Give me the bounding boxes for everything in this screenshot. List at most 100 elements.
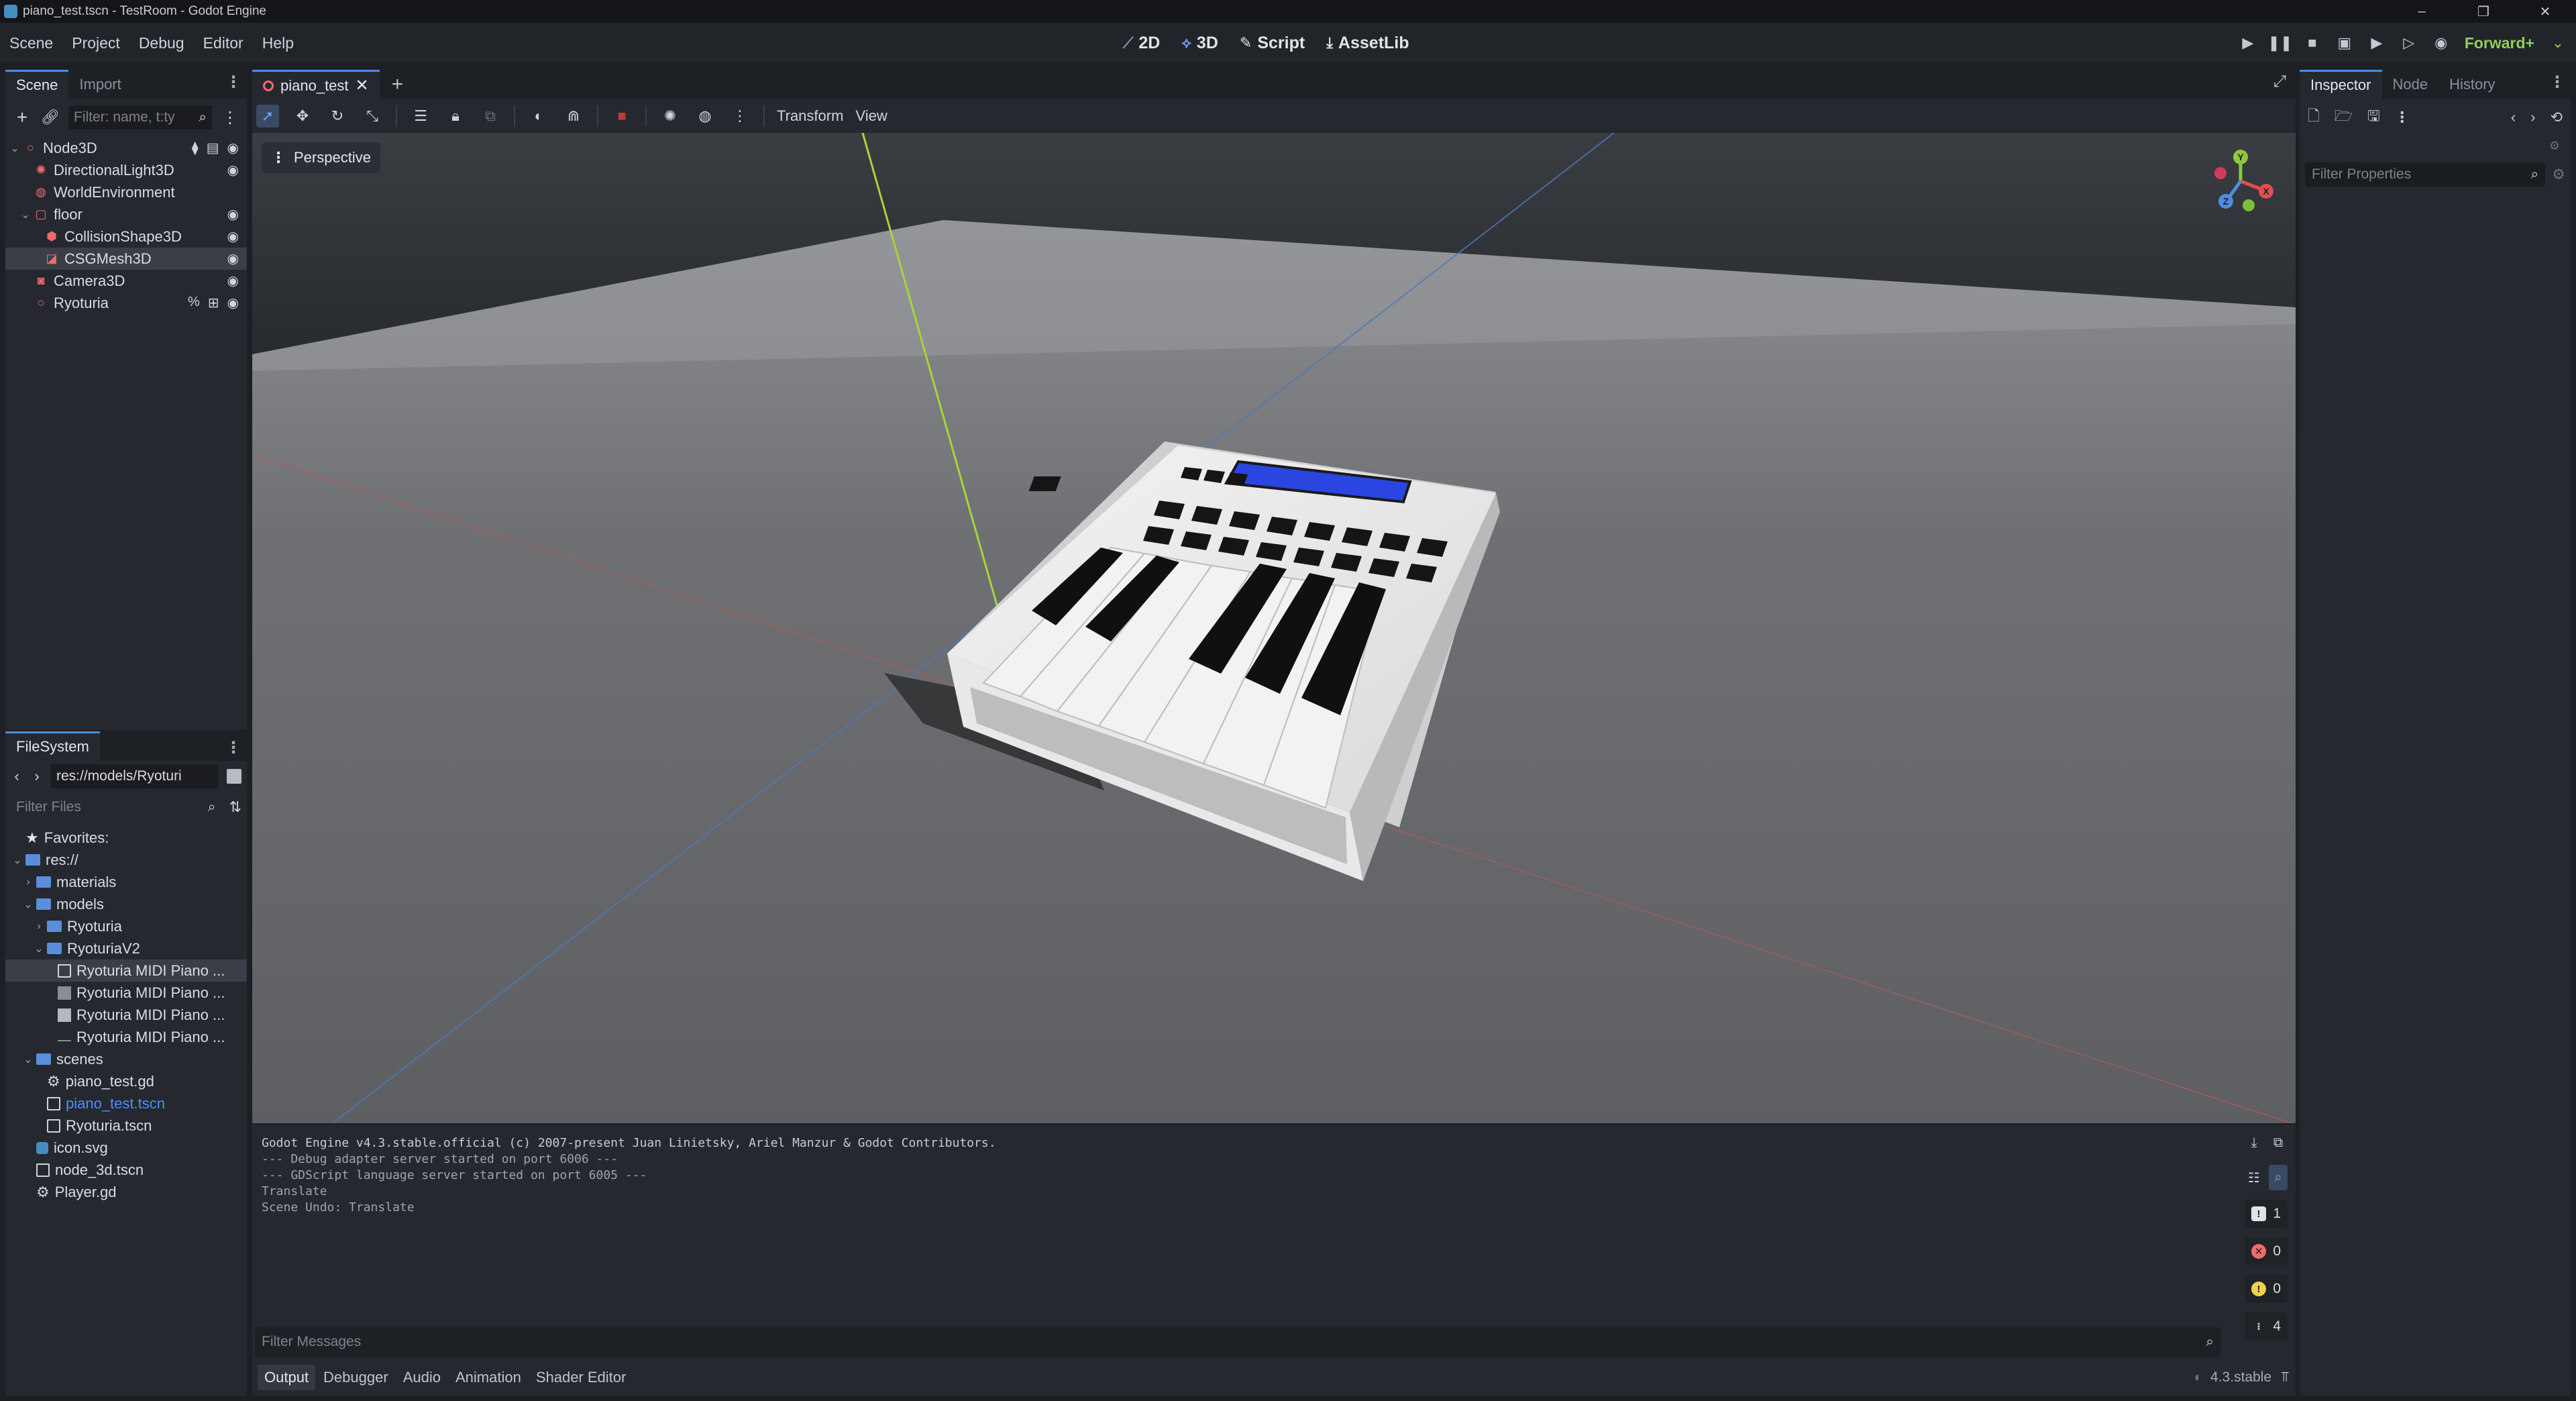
filter-messages-input[interactable]: Filter Messages ⌕ xyxy=(255,1327,2220,1357)
instance-icon[interactable]: ⊞ xyxy=(208,295,219,311)
list-select-icon[interactable]: ☰ xyxy=(409,105,432,127)
view-menu[interactable]: View xyxy=(855,107,887,125)
kebab-menu-icon[interactable]: ⋮ xyxy=(220,108,240,127)
remote-debug-icon[interactable]: ▣ xyxy=(2336,34,2353,52)
visibility-icon[interactable]: ◉ xyxy=(227,295,239,311)
file-item[interactable]: Ryoturia MIDI Piano ... xyxy=(5,1004,247,1026)
tree-item-worldenvironment[interactable]: ◍ WorldEnvironment xyxy=(5,181,247,203)
back-icon[interactable]: ‹ xyxy=(11,768,23,785)
stop-icon[interactable]: ■ xyxy=(2304,34,2321,52)
visibility-icon[interactable]: ◉ xyxy=(227,228,239,245)
tab-audio[interactable]: Audio xyxy=(396,1365,447,1390)
group-icon[interactable]: ⧉ xyxy=(479,105,502,127)
tab-filesystem[interactable]: FileSystem xyxy=(5,731,100,761)
filesystem-filter-input[interactable]: Filter Files ⌕ xyxy=(11,795,221,819)
workspace-script-button[interactable]: ✎ Script xyxy=(1230,27,1314,59)
visibility-icon[interactable]: ◉ xyxy=(227,272,239,289)
tab-node[interactable]: Node xyxy=(2382,70,2439,99)
tree-item-csgmesh3d[interactable]: ◪ CSGMesh3D ◉ xyxy=(5,248,247,270)
tab-piano-test[interactable]: piano_test ✕ xyxy=(252,70,380,99)
editable-icon[interactable]: % xyxy=(188,295,200,311)
menu-editor[interactable]: Editor xyxy=(194,23,253,63)
pin-panel-icon[interactable]: ⫪ xyxy=(2281,1369,2289,1386)
expand-arrow-icon[interactable]: › xyxy=(34,921,44,933)
kebab-menu-icon[interactable]: ⋮ xyxy=(2395,109,2410,126)
sort-icon[interactable]: ⇅ xyxy=(229,798,241,816)
collapse-icon[interactable]: ☷ xyxy=(2245,1165,2263,1190)
folder-item[interactable]: ⌄ res:// xyxy=(5,849,247,871)
folder-item[interactable]: › materials xyxy=(5,871,247,893)
kebab-menu-icon[interactable]: ⋮ xyxy=(729,105,751,127)
open-resource-icon[interactable]: 🗁︎ xyxy=(2334,105,2353,130)
maximize-button[interactable]: ❐ xyxy=(2453,0,2514,23)
environment-preview-icon[interactable]: ◍ xyxy=(694,105,716,127)
expand-arrow-icon[interactable]: › xyxy=(23,876,34,888)
add-node-icon[interactable]: + xyxy=(12,107,32,128)
menu-help[interactable]: Help xyxy=(253,23,303,63)
file-item[interactable]: icon.svg xyxy=(5,1137,247,1159)
move-mode-icon[interactable]: ✥ xyxy=(291,105,314,127)
lock-icon[interactable]: 🔒︎ xyxy=(444,105,467,127)
new-scene-tab-button[interactable]: + xyxy=(380,70,416,99)
visibility-icon[interactable]: ◉ xyxy=(227,206,239,223)
property-settings-icon[interactable]: ⚙ xyxy=(2552,166,2565,183)
transform-menu[interactable]: Transform xyxy=(777,107,843,125)
file-item[interactable]: ⚙ piano_test.gd xyxy=(5,1070,247,1092)
new-resource-icon[interactable]: 🗋︎ xyxy=(2308,105,2320,130)
favorites-item[interactable]: ★ Favorites: xyxy=(5,827,247,849)
search-toggle-icon[interactable]: ⌕ xyxy=(2269,1165,2288,1190)
axis-gizmo[interactable]: Y X Z xyxy=(2195,148,2289,221)
rotate-mode-icon[interactable]: ↻ xyxy=(326,105,349,127)
folder-item[interactable]: ⌄ scenes xyxy=(5,1048,247,1070)
tab-debugger[interactable]: Debugger xyxy=(317,1365,395,1390)
script-icon[interactable]: ▤ xyxy=(207,140,219,156)
split-view-icon[interactable] xyxy=(227,769,241,784)
file-item[interactable]: Ryoturia MIDI Piano ... xyxy=(5,1026,247,1048)
workspace-3d-button[interactable]: ⟡ 3D xyxy=(1172,27,1228,59)
local-space-icon[interactable]: ◐ xyxy=(527,105,550,127)
file-item[interactable]: piano_test.tscn xyxy=(5,1092,247,1114)
tab-scene[interactable]: Scene xyxy=(5,70,69,99)
expand-arrow-icon[interactable]: ⌄ xyxy=(23,1053,34,1066)
file-item[interactable]: ⚙ Player.gd xyxy=(5,1181,247,1203)
play-scene-icon[interactable]: ▶ xyxy=(2368,34,2385,52)
visibility-icon[interactable]: ◉ xyxy=(227,140,239,156)
tree-item-directionallight3d[interactable]: ✺ DirectionalLight3D ◉ xyxy=(5,159,247,181)
version-label[interactable]: 4.3.stable xyxy=(2210,1369,2271,1386)
tab-import[interactable]: Import xyxy=(68,70,131,99)
tree-item-floor[interactable]: ⌄ ▢ floor ◉ xyxy=(5,203,247,225)
expand-arrow-icon[interactable]: ⌄ xyxy=(12,853,23,867)
history-forward-icon[interactable]: › xyxy=(2530,109,2535,126)
visibility-icon[interactable]: ◉ xyxy=(227,250,239,267)
close-button[interactable]: ✕ xyxy=(2514,0,2576,23)
distraction-free-icon[interactable]: ⤢ xyxy=(2273,72,2286,91)
scene-filter-input[interactable]: Filter: name, t:ty ⌕ xyxy=(68,105,212,129)
camera-override-icon[interactable]: ■ xyxy=(610,105,633,127)
forward-icon[interactable]: › xyxy=(31,768,43,785)
file-item[interactable]: Ryoturia.tscn xyxy=(5,1114,247,1137)
save-resource-icon[interactable]: 🖫︎ xyxy=(2367,105,2380,130)
file-item[interactable]: Ryoturia MIDI Piano ... xyxy=(5,982,247,1004)
close-icon[interactable]: ✕ xyxy=(356,72,369,99)
menu-debug[interactable]: Debug xyxy=(129,23,194,63)
expand-arrow-icon[interactable]: ⌄ xyxy=(9,142,20,155)
kebab-menu-icon[interactable]: ⋮ xyxy=(2549,72,2565,92)
menu-scene[interactable]: Scene xyxy=(0,23,62,63)
path-field[interactable]: res://models/Ryoturi xyxy=(51,764,219,788)
workspace-2d-button[interactable]: ⟋ 2D xyxy=(1114,27,1169,59)
chevron-down-icon[interactable]: ⌄ xyxy=(2549,34,2567,52)
workspace-assetlib-button[interactable]: ⤓ AssetLib xyxy=(1317,27,1418,59)
minimize-button[interactable]: – xyxy=(2391,0,2453,23)
tab-history[interactable]: History xyxy=(2438,70,2506,99)
file-item[interactable]: node_3d.tscn xyxy=(5,1159,247,1181)
tree-item-node3d[interactable]: ⌄ ○ Node3D ⧫ ▤ ◉ xyxy=(5,137,247,159)
tab-inspector[interactable]: Inspector xyxy=(2300,70,2382,99)
tree-item-ryoturia[interactable]: ○ Ryoturia% ⊞ ◉ xyxy=(5,292,247,314)
file-item[interactable]: Ryoturia MIDI Piano ... xyxy=(5,959,247,982)
kebab-menu-icon[interactable]: ⋮ xyxy=(225,72,241,92)
folder-item[interactable]: ⌄ models xyxy=(5,893,247,915)
renderer-selector[interactable]: Forward+ xyxy=(2465,34,2534,52)
clear-log-icon[interactable]: ⤓ xyxy=(2245,1130,2263,1155)
snap-icon[interactable]: ⋒ xyxy=(562,105,585,127)
recent-history-icon[interactable]: ⟲ xyxy=(2551,109,2563,126)
